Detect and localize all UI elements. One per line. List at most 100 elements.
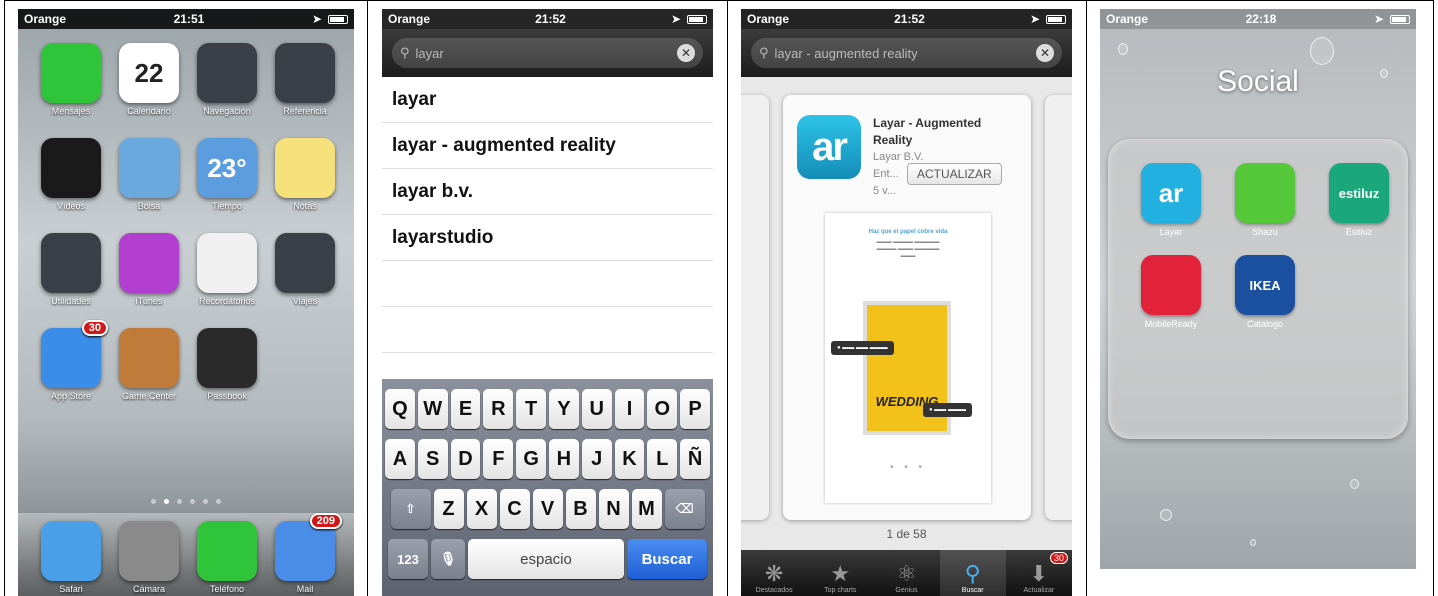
- app-utilidades[interactable]: Utilidades: [32, 233, 110, 306]
- status-bar: Orange 21:52 ➤: [382, 9, 713, 29]
- suggestion-item[interactable]: layar - augmented reality: [382, 123, 713, 169]
- key-l[interactable]: L: [647, 439, 678, 479]
- app-estiluz[interactable]: estiluz Estiluz: [1312, 163, 1406, 237]
- key-b[interactable]: B: [565, 489, 596, 529]
- key-h[interactable]: H: [549, 439, 579, 479]
- backspace-key[interactable]: ⌫: [664, 489, 705, 529]
- key-f[interactable]: F: [483, 439, 514, 479]
- app-c-mara[interactable]: Cámara: [110, 521, 188, 596]
- app-card[interactable]: ar Layar - Augmented Reality Layar B.V. …: [783, 95, 1031, 520]
- key-i[interactable]: I: [614, 389, 645, 429]
- key-v[interactable]: V: [532, 489, 563, 529]
- appstore-screen: Orange 21:52 ➤ ⚲ layar - augmented reali…: [741, 9, 1072, 596]
- key-w[interactable]: W: [417, 389, 448, 429]
- search-input[interactable]: ⚲ layar ✕: [392, 38, 703, 68]
- tab-buscar[interactable]: ⚲ Buscar: [939, 550, 1006, 596]
- tab-actualizar[interactable]: ⬇ Actualizar 30: [1006, 550, 1072, 596]
- space-key[interactable]: espacio: [468, 539, 624, 579]
- app-shazu[interactable]: Shazu: [1218, 163, 1312, 237]
- key-q[interactable]: Q: [385, 389, 415, 429]
- key-k[interactable]: K: [614, 439, 645, 479]
- clear-icon[interactable]: ✕: [677, 44, 695, 62]
- key-m[interactable]: M: [631, 489, 662, 529]
- key-j[interactable]: J: [581, 439, 612, 479]
- app-calendario[interactable]: 22 Calendario: [110, 43, 188, 116]
- search-query: layar: [415, 45, 444, 61]
- app-mensajes[interactable]: Mensajes: [32, 43, 110, 116]
- app-recordatorios[interactable]: Recordatorios: [188, 233, 266, 306]
- gamecenter-icon: [119, 328, 179, 388]
- key-s[interactable]: S: [417, 439, 448, 479]
- app-mail[interactable]: 209 Mail: [266, 513, 344, 596]
- microphone-icon[interactable]: 🎙: [431, 539, 465, 579]
- key-x[interactable]: X: [466, 489, 497, 529]
- key-c[interactable]: C: [499, 489, 530, 529]
- app-label: Teléfono: [209, 584, 245, 594]
- screenshot-caption: Haz que el papel cobre vida: [868, 229, 948, 235]
- app-label: Recordatorios: [198, 296, 256, 306]
- screenshot-text-lines: ▬▬▬ ▬▬▬▬ ▬▬▬▬▬ ▬▬▬▬ ▬▬▬ ▬▬▬▬▬ ▬▬▬: [876, 239, 940, 259]
- search-input[interactable]: ⚲ layar - augmented reality ✕: [751, 38, 1062, 68]
- shift-key[interactable]: ⇧: [390, 489, 431, 529]
- key-y[interactable]: Y: [549, 389, 579, 429]
- update-button[interactable]: ACTUALIZAR: [907, 163, 1002, 185]
- previous-card[interactable]: [741, 95, 769, 520]
- tab-label: Buscar: [961, 587, 984, 594]
- location-icon: ➤: [311, 12, 322, 26]
- app-bolsa[interactable]: Bolsa: [110, 138, 188, 211]
- app-layar[interactable]: ar Layar: [1124, 163, 1218, 237]
- tab-genius[interactable]: ⚛ Genius: [873, 550, 939, 596]
- key-u[interactable]: U: [581, 389, 612, 429]
- app-game-center[interactable]: Game Center: [110, 328, 188, 401]
- layar-app-icon[interactable]: ar: [797, 115, 861, 179]
- search-button[interactable]: Buscar: [627, 539, 707, 579]
- key-o[interactable]: O: [647, 389, 678, 429]
- key-z[interactable]: Z: [433, 489, 464, 529]
- app-catalogo[interactable]: IKEA Catalogo: [1218, 255, 1312, 329]
- tab-top-charts[interactable]: ★ Top charts: [807, 550, 873, 596]
- app-label: Bolsa: [137, 201, 161, 211]
- app-notas[interactable]: Notas: [266, 138, 344, 211]
- app-app-store[interactable]: 30 App Store: [32, 320, 110, 401]
- suggestion-item[interactable]: layar b.v.: [382, 169, 713, 215]
- location-icon: ➤: [670, 12, 681, 26]
- key-n[interactable]: N: [598, 489, 629, 529]
- folder-icon: [275, 233, 335, 293]
- key-r[interactable]: R: [483, 389, 514, 429]
- suggestion-item[interactable]: layar: [382, 77, 713, 123]
- app-v-deos[interactable]: Vídeos: [32, 138, 110, 211]
- tab-label: Top charts: [824, 587, 857, 594]
- status-bar: Orange 21:51 ➤: [18, 9, 354, 29]
- app-label: Mensajes: [51, 106, 91, 116]
- next-card[interactable]: [1045, 95, 1072, 520]
- key-g[interactable]: G: [516, 439, 546, 479]
- key-t[interactable]: T: [516, 389, 546, 429]
- key-e[interactable]: E: [450, 389, 481, 429]
- app-safari[interactable]: Safari: [32, 521, 110, 596]
- app-tiempo[interactable]: 23° Tiempo: [188, 138, 266, 211]
- key-ñ[interactable]: Ñ: [680, 439, 710, 479]
- key-d[interactable]: D: [450, 439, 481, 479]
- key-a[interactable]: A: [385, 439, 415, 479]
- key-p[interactable]: P: [680, 389, 710, 429]
- tab-label: Destacados: [755, 587, 793, 594]
- app-tel-fono[interactable]: Teléfono: [188, 521, 266, 596]
- home-screen: Orange 21:51 ➤ Mensajes 22 Calendario Naveg…: [18, 9, 354, 596]
- app-referencia[interactable]: Referencia: [266, 43, 344, 116]
- app-label: Referencia: [283, 106, 327, 116]
- app-passbook[interactable]: Passbook: [188, 328, 266, 401]
- app-navegaci-n[interactable]: Navegación: [188, 43, 266, 116]
- folder-title[interactable]: Social: [1100, 65, 1416, 99]
- ikea-catalog-icon: IKEA: [1235, 255, 1295, 315]
- app-screenshot[interactable]: Haz que el papel cobre vida ▬▬▬ ▬▬▬▬ ▬▬▬…: [825, 213, 991, 503]
- numbers-key[interactable]: 123: [388, 539, 428, 579]
- app-itunes[interactable]: iTunes: [110, 233, 188, 306]
- suggestion-item[interactable]: layarstudio: [382, 215, 713, 261]
- page-indicator[interactable]: [18, 499, 354, 504]
- app-viajes[interactable]: Viajes: [266, 233, 344, 306]
- app-mobileready[interactable]: MobileReady: [1124, 255, 1218, 329]
- notification-badge: 30: [81, 320, 108, 336]
- clear-icon[interactable]: ✕: [1036, 44, 1054, 62]
- empty-row: [382, 307, 713, 353]
- tab-destacados[interactable]: ❋ Destacados: [741, 550, 807, 596]
